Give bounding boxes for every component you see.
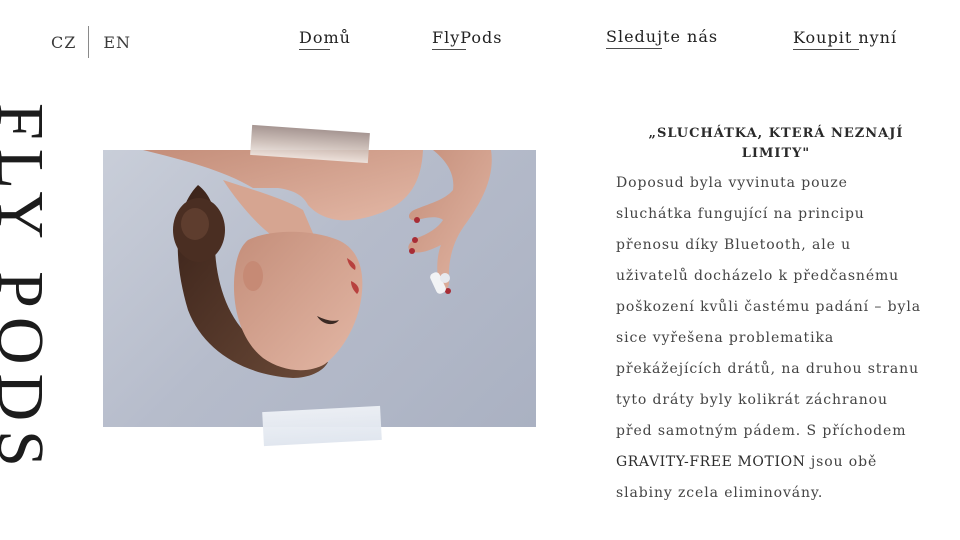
nav-home-link[interactable]: Domů (299, 28, 351, 50)
article-text-before: Doposud byla vyvinuta pouze sluchátka fu… (616, 175, 921, 439)
lang-divider (88, 26, 90, 58)
article-paragraph: Doposud byla vyvinuta pouze sluchátka fu… (616, 168, 926, 509)
nav-home-underline (299, 49, 330, 50)
article-highlight: GRAVITY-FREE MOTION (616, 454, 806, 470)
brand-vertical-title: FLY PODS (0, 103, 57, 476)
nav-follow-label: Sledujte nás (606, 27, 719, 46)
nav-buy-link[interactable]: Koupit nyní (793, 28, 898, 50)
lang-cz-link[interactable]: CZ (51, 33, 76, 52)
lang-en-link[interactable]: EN (103, 33, 131, 52)
nav-flypods-label: FlyPods (432, 28, 503, 47)
nav-buy-underline (793, 49, 859, 50)
nav-flypods-underline (432, 49, 466, 50)
nav-flypods-link[interactable]: FlyPods (432, 28, 503, 50)
language-switch: CZ EN (51, 26, 131, 58)
hero-photo-illustration (143, 150, 492, 378)
nav-follow-link[interactable]: Sledujte nás (606, 27, 719, 49)
section-quote-heading: „SLUCHÁTKA, KTERÁ NEZNAJÍ LIMITY" (648, 125, 904, 161)
nav-buy-label: Koupit nyní (793, 28, 898, 47)
hero-photo (103, 150, 536, 427)
nav-follow-underline (606, 48, 662, 49)
nav-home-label: Domů (299, 28, 351, 47)
tape-strip-bottom (262, 405, 382, 447)
